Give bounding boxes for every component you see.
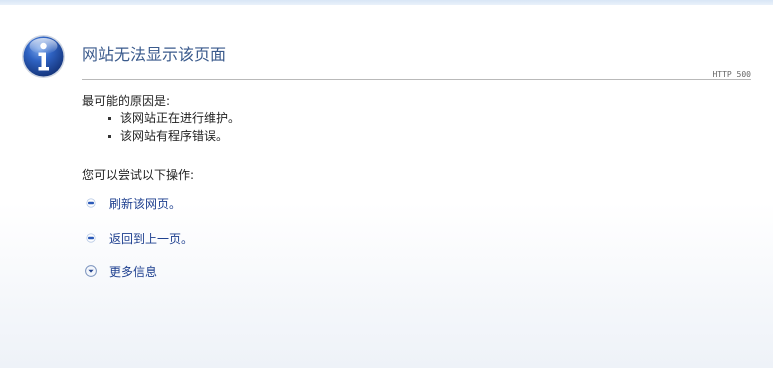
reason-text: 该网站有程序错误。 [120,129,229,143]
bullet-icon [108,135,111,138]
reason-item: 该网站有程序错误。 [107,127,240,145]
try-heading: 您可以尝试以下操作: [82,168,195,182]
http-status-code: HTTP 500 [712,70,751,79]
page-title: 网站无法显示该页面 [82,45,227,64]
top-strip [0,0,773,5]
bullet-icon [108,117,111,120]
reason-text: 该网站正在进行维护。 [120,111,241,125]
info-icon [22,35,65,78]
go-back-link[interactable]: 返回到上一页。 [109,230,193,247]
blue-bullet-icon [86,198,96,208]
chevron-down-circle-icon[interactable] [85,265,97,277]
go-back-action[interactable]: 返回到上一页。 [86,229,193,247]
more-info-link[interactable]: 更多信息 [109,263,157,280]
blue-bullet-icon [86,233,96,243]
reason-item: 该网站正在进行维护。 [107,109,240,127]
reasons-heading: 最可能的原因是: [82,94,171,108]
title-divider [82,79,751,80]
refresh-page-link[interactable]: 刷新该网页。 [109,195,181,212]
more-info-action[interactable]: 更多信息 [85,262,157,280]
refresh-page-action[interactable]: 刷新该网页。 [86,194,181,212]
reason-list: 该网站正在进行维护。 该网站有程序错误。 [107,109,240,145]
